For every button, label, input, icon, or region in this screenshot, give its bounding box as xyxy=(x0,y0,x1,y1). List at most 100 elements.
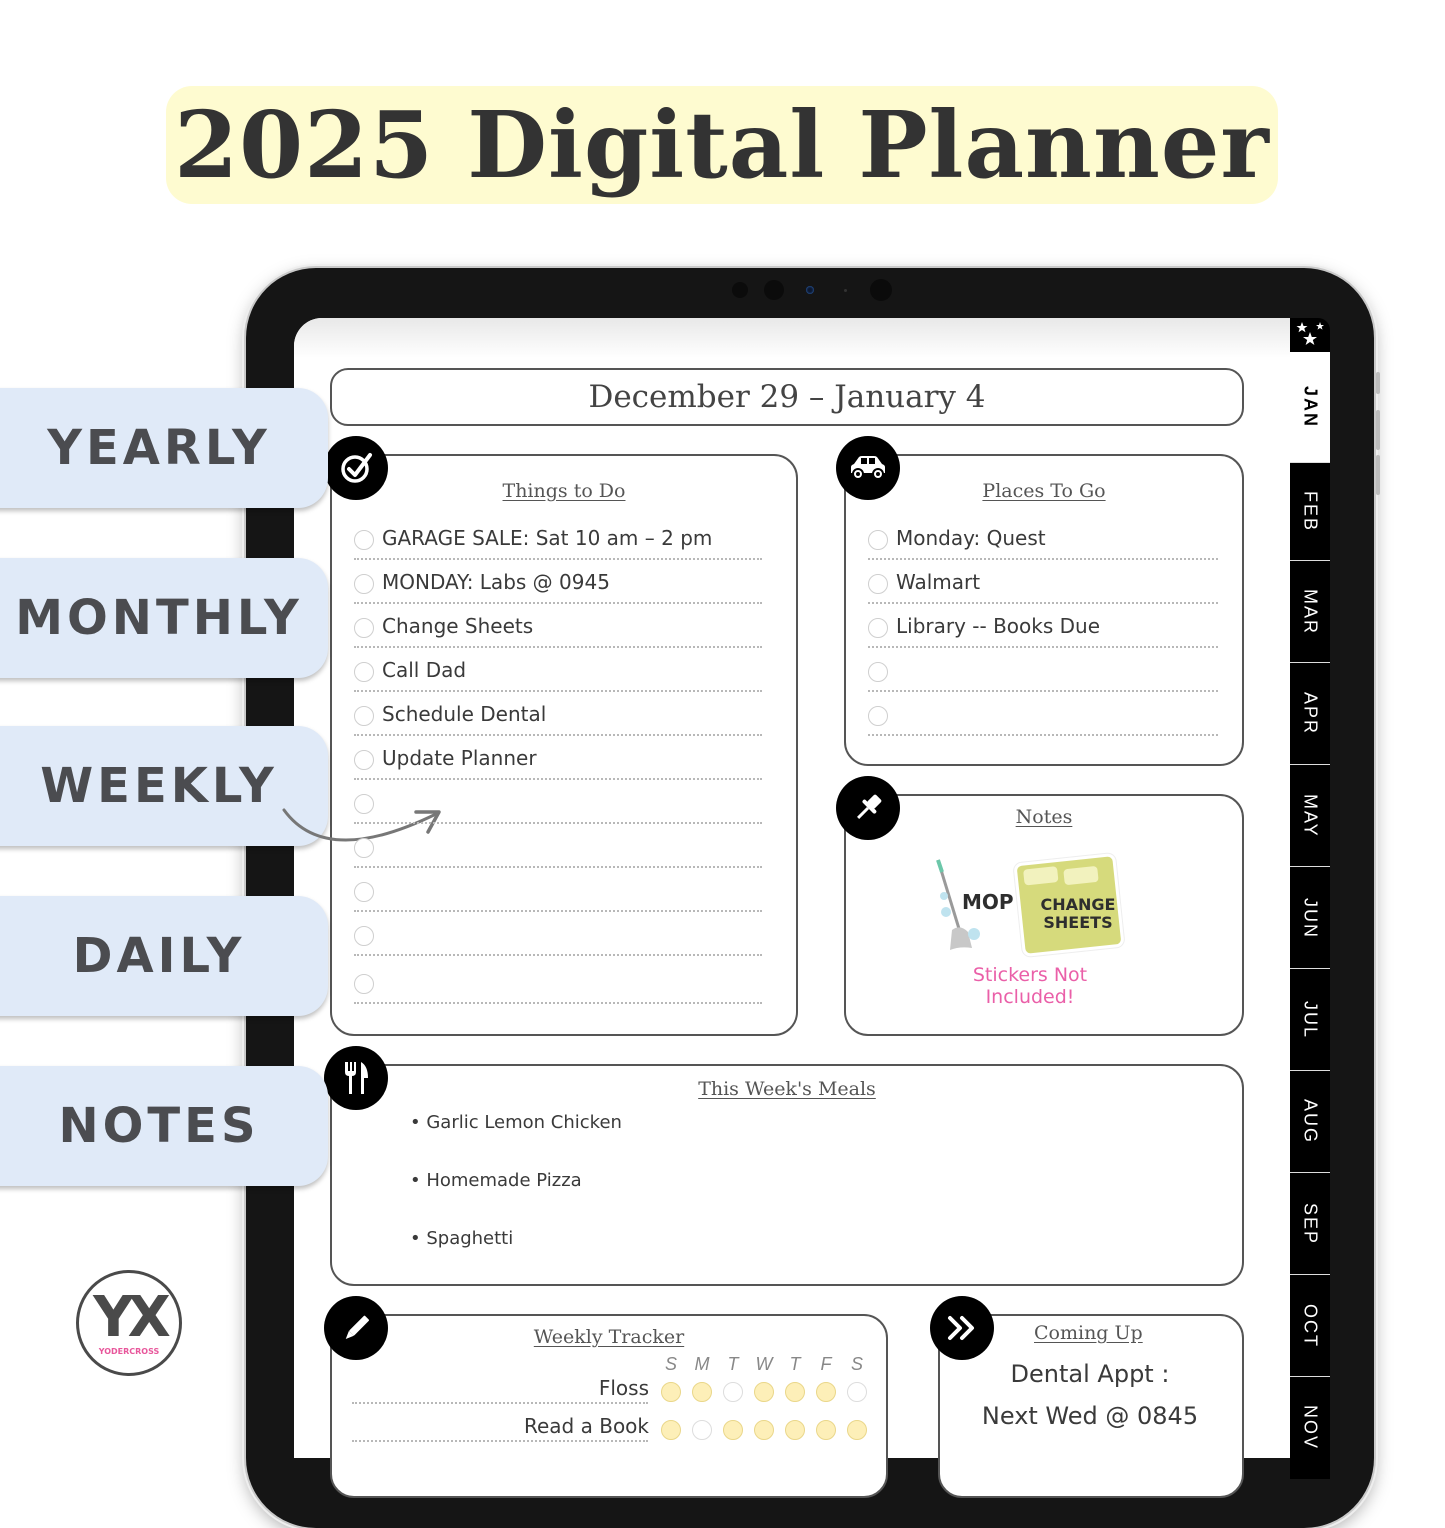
habit-day-toggle[interactable] xyxy=(816,1420,836,1440)
tracker-day-label: T xyxy=(789,1354,801,1374)
month-tab-rail: JAN FEB MAR APR MAY JUN JUL AUG SEP OCT … xyxy=(1290,318,1330,1479)
item-text[interactable]: Schedule Dental xyxy=(382,702,546,726)
place-item: Library -- Books Due xyxy=(868,602,1218,648)
side-tab-yearly[interactable]: YEARLY xyxy=(0,388,328,508)
todo-item: Schedule Dental xyxy=(354,690,762,736)
week-range-header: December 29 – January 4 xyxy=(330,368,1244,426)
habit-day-toggle[interactable] xyxy=(816,1382,836,1402)
place-item xyxy=(868,646,1218,692)
checkbox[interactable] xyxy=(354,662,374,682)
habit-name: Floss xyxy=(598,1376,649,1400)
todo-item xyxy=(354,910,762,956)
side-tab-daily[interactable]: DAILY xyxy=(0,896,328,1016)
habit-day-toggle[interactable] xyxy=(785,1382,805,1402)
side-tab-label: NOTES xyxy=(58,1098,260,1154)
checkbox[interactable] xyxy=(354,926,374,946)
month-tab-jun[interactable]: JUN xyxy=(1290,866,1330,969)
todo-item xyxy=(354,778,762,824)
tracker-day-label: F xyxy=(820,1354,832,1374)
todo-item xyxy=(354,822,762,868)
habit-line xyxy=(352,1440,648,1442)
month-tab-feb[interactable]: FEB xyxy=(1290,462,1330,561)
habit-day-toggle[interactable] xyxy=(692,1420,712,1440)
month-tab-nov[interactable]: NOV xyxy=(1290,1376,1330,1479)
month-tab-label: MAR xyxy=(1300,589,1321,635)
sensor-icon xyxy=(870,279,892,301)
month-tab-jul[interactable]: JUL xyxy=(1290,968,1330,1071)
stickers-not-included-note: Stickers Not Included! xyxy=(940,964,1120,1008)
item-text[interactable]: Library -- Books Due xyxy=(896,614,1100,638)
month-tab-apr[interactable]: APR xyxy=(1290,662,1330,765)
item-text[interactable]: Monday: Quest xyxy=(896,526,1046,550)
week-range: December 29 – January 4 xyxy=(588,379,986,415)
item-text[interactable]: GARAGE SALE: Sat 10 am – 2 pm xyxy=(382,526,712,550)
sensor-icon xyxy=(844,289,847,292)
checkbox[interactable] xyxy=(354,530,374,550)
pushpin-icon xyxy=(836,776,900,840)
sticker-label-line: SHEETS xyxy=(1043,913,1113,932)
checkbox[interactable] xyxy=(354,974,374,994)
checkbox[interactable] xyxy=(354,706,374,726)
side-tab-notes[interactable]: NOTES xyxy=(0,1066,328,1186)
side-tab-label: YEARLY xyxy=(47,420,271,476)
checkbox[interactable] xyxy=(868,706,888,726)
habit-day-toggle[interactable] xyxy=(847,1420,867,1440)
meal-item[interactable]: • Homemade Pizza xyxy=(410,1170,582,1191)
habit-line xyxy=(352,1402,648,1404)
month-tab-label: JUN xyxy=(1300,897,1321,939)
checkbox[interactable] xyxy=(868,530,888,550)
coming-up-title: Coming Up xyxy=(1034,1322,1143,1344)
side-tab-monthly[interactable]: MONTHLY xyxy=(0,558,328,678)
habit-day-toggle[interactable] xyxy=(692,1382,712,1402)
month-tab-jan[interactable]: JAN xyxy=(1290,352,1330,462)
places-to-go-title: Places To Go xyxy=(982,480,1106,502)
month-tab-label: JAN xyxy=(1300,385,1321,428)
sticker-label-line: CHANGE xyxy=(1040,895,1116,914)
checkbox[interactable] xyxy=(354,794,374,814)
habit-day-toggle[interactable] xyxy=(723,1382,743,1402)
habit-day-toggle[interactable] xyxy=(847,1382,867,1402)
item-text[interactable]: Change Sheets xyxy=(382,614,533,638)
side-tab-label: DAILY xyxy=(72,928,246,984)
checkbox[interactable] xyxy=(868,618,888,638)
item-text[interactable]: Walmart xyxy=(896,570,980,594)
logo-mark: YX xyxy=(93,1285,171,1350)
meal-item[interactable]: • Spaghetti xyxy=(410,1228,513,1249)
item-text[interactable]: MONDAY: Labs @ 0945 xyxy=(382,570,610,594)
habit-day-toggle[interactable] xyxy=(754,1420,774,1440)
month-tab-label: SEP xyxy=(1300,1202,1321,1246)
checkbox[interactable] xyxy=(354,838,374,858)
month-tab-aug[interactable]: AUG xyxy=(1290,1070,1330,1173)
habit-day-toggle[interactable] xyxy=(661,1382,681,1402)
side-tab-label: MONTHLY xyxy=(15,590,303,646)
month-tab-oct[interactable]: OCT xyxy=(1290,1274,1330,1377)
todo-item: GARAGE SALE: Sat 10 am – 2 pm xyxy=(354,514,762,560)
month-tab-sep[interactable]: SEP xyxy=(1290,1172,1330,1275)
month-tab-mar[interactable]: MAR xyxy=(1290,560,1330,663)
checkbox[interactable] xyxy=(354,618,374,638)
checkbox[interactable] xyxy=(354,750,374,770)
habit-day-toggle[interactable] xyxy=(785,1420,805,1440)
checkbox[interactable] xyxy=(354,882,374,902)
meal-item[interactable]: • Garlic Lemon Chicken xyxy=(410,1112,622,1133)
checkbox[interactable] xyxy=(354,574,374,594)
item-text[interactable]: Call Dad xyxy=(382,658,466,682)
checkbox[interactable] xyxy=(868,662,888,682)
month-tab-may[interactable]: MAY xyxy=(1290,764,1330,867)
pencil-icon xyxy=(324,1296,388,1360)
checkbox[interactable] xyxy=(868,574,888,594)
todo-item: Update Planner xyxy=(354,734,762,780)
things-to-do-title: Things to Do xyxy=(502,480,626,502)
tracker-day-label: T xyxy=(727,1354,739,1374)
volume-button xyxy=(1376,410,1380,450)
todo-item xyxy=(354,958,762,1004)
volume-button xyxy=(1376,372,1380,394)
todo-item: Call Dad xyxy=(354,646,762,692)
habit-day-toggle[interactable] xyxy=(661,1420,681,1440)
habit-day-toggle[interactable] xyxy=(754,1382,774,1402)
item-text[interactable]: Update Planner xyxy=(382,746,537,770)
brand-logo: YX YODERCROSS xyxy=(76,1270,182,1376)
stars-icon[interactable] xyxy=(1290,318,1330,352)
side-tab-label: WEEKLY xyxy=(40,758,278,814)
habit-day-toggle[interactable] xyxy=(723,1420,743,1440)
